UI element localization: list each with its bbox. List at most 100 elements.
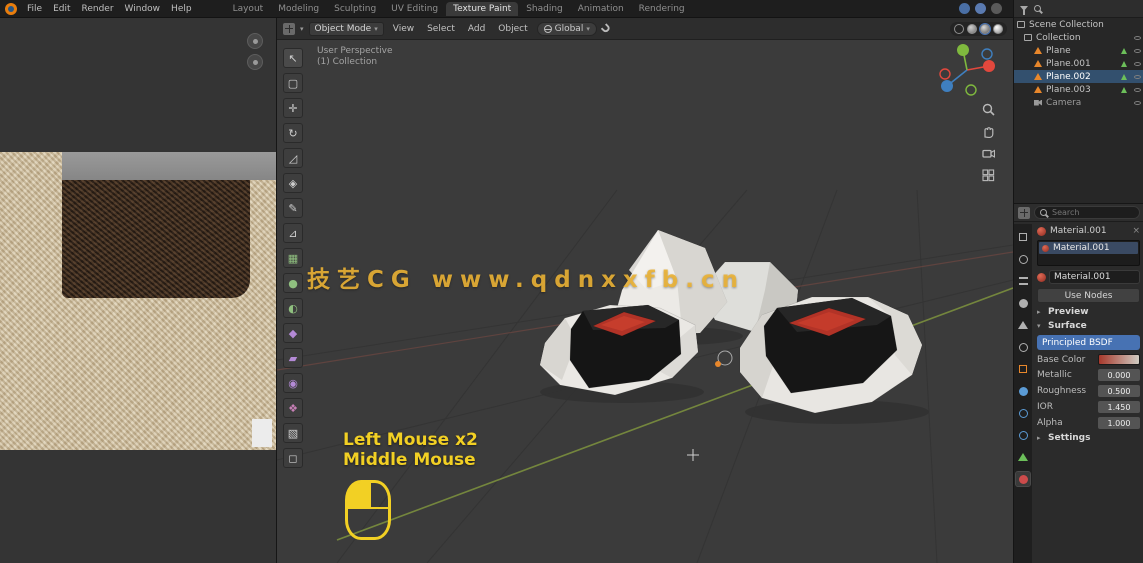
viewport-menu-add[interactable]: Add <box>464 23 489 35</box>
3d-viewport[interactable]: ▾ Object Mode ▾ View Select Add Object G… <box>277 18 1013 563</box>
axis-y-neg-ball[interactable] <box>965 84 977 96</box>
eye-icon[interactable] <box>1134 74 1141 79</box>
tool-brush-mask[interactable]: ❖ <box>283 398 303 418</box>
surface-shader-field[interactable]: Principled BSDF <box>1037 335 1140 350</box>
viewport-menu-select[interactable]: Select <box>423 23 459 35</box>
editor-overlay-button-1[interactable] <box>247 33 263 49</box>
tool-select-tweak[interactable]: ↖ <box>283 48 303 68</box>
view-layer-icon[interactable] <box>975 3 986 14</box>
transform-orientation-dropdown[interactable]: Global ▾ <box>536 21 597 36</box>
pan-hand-icon[interactable] <box>981 124 996 139</box>
editor-type-icon[interactable] <box>1018 206 1030 219</box>
outliner[interactable]: Scene Collection Collection Plane Plane.… <box>1014 0 1143 203</box>
preview-section-header[interactable]: ▸ Preview <box>1037 307 1140 317</box>
tab-particles[interactable] <box>1016 406 1030 420</box>
tool-brush-fill[interactable]: ◉ <box>283 373 303 393</box>
tab-world[interactable] <box>1016 340 1030 354</box>
tab-scene[interactable] <box>1016 318 1030 332</box>
roughness-slider[interactable]: 0.500 <box>1098 385 1140 397</box>
settings-icon[interactable] <box>991 3 1002 14</box>
tab-sculpting[interactable]: Sculpting <box>327 2 383 16</box>
blender-logo-icon[interactable] <box>5 2 17 15</box>
tab-layout[interactable]: Layout <box>226 2 271 16</box>
shading-rendered-icon[interactable] <box>993 23 1003 34</box>
use-nodes-button[interactable]: Use Nodes <box>1037 288 1140 303</box>
tab-modifiers[interactable] <box>1016 384 1030 398</box>
axis-z-neg-ball[interactable] <box>981 48 993 60</box>
material-name-field[interactable]: Material.001 <box>1049 270 1140 284</box>
material-slots-list[interactable]: Material.001 <box>1037 240 1140 266</box>
settings-section-header[interactable]: ▸ Settings <box>1037 433 1140 443</box>
tool-brush-smear[interactable]: ◆ <box>283 323 303 343</box>
tool-brush-gradient[interactable]: ▧ <box>283 423 303 443</box>
camera-view-icon[interactable] <box>981 146 996 161</box>
viewport-menu-object[interactable]: Object <box>494 23 531 35</box>
shading-wireframe-icon[interactable] <box>954 23 964 34</box>
tab-object-data[interactable] <box>1016 450 1030 464</box>
menu-window[interactable]: Window <box>120 3 166 15</box>
eye-icon[interactable] <box>1134 87 1141 92</box>
tool-add-cube[interactable]: ▦ <box>283 248 303 268</box>
axis-x-ball[interactable] <box>983 60 995 72</box>
base-color-swatch[interactable] <box>1098 354 1140 365</box>
menu-render[interactable]: Render <box>77 3 119 15</box>
tab-tool[interactable] <box>1016 230 1030 244</box>
image-editor[interactable] <box>0 18 277 563</box>
outliner-row-camera[interactable]: Camera <box>1014 96 1143 109</box>
tool-move[interactable]: ✛ <box>283 98 303 118</box>
shading-solid-icon[interactable] <box>967 23 977 34</box>
sushi-right-model[interactable] <box>739 296 923 414</box>
tab-view-layer[interactable] <box>1016 296 1030 310</box>
eye-icon[interactable] <box>1134 61 1141 66</box>
menu-edit[interactable]: Edit <box>48 3 75 15</box>
tool-measure[interactable]: ⊿ <box>283 223 303 243</box>
tab-output[interactable] <box>1016 274 1030 288</box>
material-slot-item[interactable]: Material.001 <box>1039 242 1138 254</box>
origin-gizmo[interactable] <box>715 350 733 367</box>
tool-rotate[interactable]: ↻ <box>283 123 303 143</box>
eye-icon[interactable] <box>1134 100 1141 105</box>
properties-search[interactable] <box>1034 206 1140 219</box>
tool-scale[interactable]: ◿ <box>283 148 303 168</box>
sushi-left-model[interactable] <box>539 304 699 396</box>
eye-icon[interactable] <box>1134 35 1141 40</box>
outliner-row-plane-001[interactable]: Plane.001 <box>1014 57 1143 70</box>
metallic-slider[interactable]: 0.000 <box>1098 369 1140 381</box>
tool-select-box[interactable]: ▢ <box>283 73 303 93</box>
tab-material[interactable] <box>1015 471 1031 487</box>
tab-object[interactable] <box>1016 362 1030 376</box>
tool-brush-erase[interactable]: ◻ <box>283 448 303 468</box>
properties-editor[interactable]: Material.001 × Material.001 Material.001 <box>1014 203 1143 563</box>
outliner-row-collection[interactable]: Collection <box>1014 31 1143 44</box>
tab-rendering[interactable]: Rendering <box>632 2 692 16</box>
tool-brush-clone[interactable]: ▰ <box>283 348 303 368</box>
close-icon[interactable]: × <box>1132 226 1140 236</box>
axis-y-ball[interactable] <box>957 44 969 56</box>
tab-texture-paint[interactable]: Texture Paint <box>446 1 519 16</box>
filter-icon[interactable] <box>1020 6 1028 15</box>
tool-brush-soften[interactable]: ◐ <box>283 298 303 318</box>
search-icon[interactable] <box>1034 5 1041 12</box>
axis-z-ball[interactable] <box>941 80 953 92</box>
navigation-gizmo[interactable] <box>937 44 997 98</box>
tab-animation[interactable]: Animation <box>571 2 631 16</box>
scene-icon[interactable] <box>959 3 970 14</box>
outliner-row-plane-002[interactable]: Plane.002 <box>1014 70 1143 83</box>
shading-material-icon[interactable] <box>979 22 991 35</box>
outliner-row-plane-003[interactable]: Plane.003 <box>1014 83 1143 96</box>
ortho-grid-icon[interactable] <box>981 168 996 183</box>
axis-x-neg-ball[interactable] <box>939 68 951 80</box>
tool-annotate[interactable]: ✎ <box>283 198 303 218</box>
viewport-menu-view[interactable]: View <box>389 23 418 35</box>
ior-slider[interactable]: 1.450 <box>1098 401 1140 413</box>
mode-dropdown[interactable]: Object Mode ▾ <box>308 21 384 36</box>
snap-magnet-icon[interactable] <box>600 23 612 34</box>
3d-scene[interactable] <box>277 40 1013 563</box>
tab-shading[interactable]: Shading <box>519 2 570 16</box>
editor-overlay-button-2[interactable] <box>247 54 263 70</box>
tool-transform[interactable]: ◈ <box>283 173 303 193</box>
surface-section-header[interactable]: ▾ Surface <box>1037 321 1140 331</box>
tab-physics[interactable] <box>1016 428 1030 442</box>
outliner-row-scene-collection[interactable]: Scene Collection <box>1014 18 1143 31</box>
editor-type-icon[interactable] <box>283 22 295 35</box>
